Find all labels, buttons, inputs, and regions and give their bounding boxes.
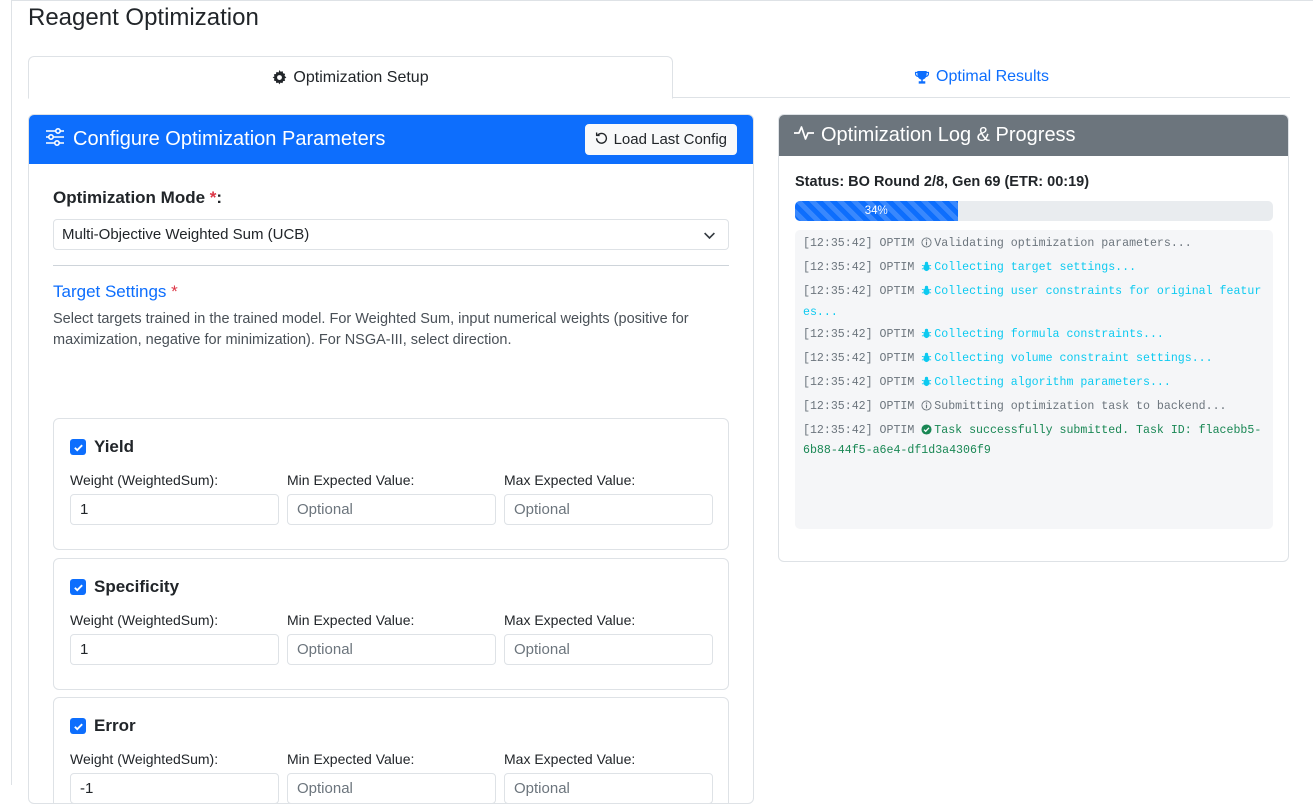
- tab-bar: Optimization Setup Optimal Results: [28, 56, 1290, 99]
- max-expected-input[interactable]: [504, 773, 713, 803]
- tab-label: Optimal Results: [936, 68, 1049, 85]
- weight-label: Weight (WeightedSum):: [70, 751, 219, 767]
- info-circle-icon: [921, 237, 932, 256]
- target-name: Specificity: [94, 577, 180, 596]
- tab-label: Optimization Setup: [293, 68, 429, 86]
- check-icon: [73, 444, 83, 451]
- log-timestamp: [12:35:42] OPTIM: [803, 375, 922, 389]
- min-expected-input[interactable]: [287, 773, 496, 803]
- log-line: [12:35:42] OPTIM Validating optimization…: [803, 235, 1265, 256]
- min-expected-input[interactable]: [287, 494, 496, 525]
- log-line: [12:35:42] OPTIM Collecting algorithm pa…: [803, 374, 1265, 395]
- target-card-yield: Yield Weight (WeightedSum): Min Expected…: [53, 418, 729, 550]
- bug-icon: [921, 285, 932, 304]
- log-line: [12:35:42] OPTIM Collecting user constra…: [803, 283, 1265, 322]
- log-output: [12:35:42] OPTIM Validating optimization…: [795, 230, 1273, 529]
- chevron-down-icon: [703, 229, 716, 246]
- weight-input[interactable]: [70, 634, 279, 665]
- log-card-header: Optimization Log & Progress: [779, 115, 1288, 156]
- log-card-title: Optimization Log & Progress: [821, 124, 1076, 146]
- weight-label: Weight (WeightedSum):: [70, 472, 219, 488]
- log-line: [12:35:42] OPTIM Task successfully submi…: [803, 422, 1265, 461]
- config-card-header: Configure Optimization Parameters Load L…: [29, 115, 753, 164]
- check-icon: [73, 584, 83, 591]
- target-card-error: Error Weight (WeightedSum): Min Expected…: [53, 697, 729, 803]
- log-message: Validating optimization parameters...: [934, 237, 1192, 250]
- log-message: Collecting volume constraint settings...: [934, 351, 1213, 365]
- log-card: Optimization Log & Progress Status: BO R…: [778, 114, 1289, 562]
- max-expected-input[interactable]: [504, 494, 713, 525]
- tab-optimization-setup[interactable]: Optimization Setup: [28, 56, 673, 99]
- bug-icon: [921, 352, 932, 371]
- log-timestamp: [12:35:42] OPTIM: [803, 261, 922, 274]
- min-expected-label: Min Expected Value:: [287, 472, 415, 488]
- log-message: Collecting algorithm parameters...: [934, 375, 1171, 389]
- min-expected-input[interactable]: [287, 634, 496, 665]
- activity-icon: [793, 125, 815, 146]
- log-line: [12:35:42] OPTIM Submitting optimization…: [803, 398, 1265, 419]
- check-circle-icon: [921, 423, 932, 443]
- max-expected-label: Max Expected Value:: [504, 751, 636, 767]
- optimization-mode-label: Optimization Mode *:: [53, 188, 223, 207]
- log-line: [12:35:42] OPTIM Collecting volume const…: [803, 350, 1265, 371]
- tab-optimal-results[interactable]: Optimal Results: [673, 56, 1290, 98]
- reset-icon: [595, 131, 608, 148]
- load-last-config-label: Load Last Config: [613, 131, 727, 148]
- optimization-mode-select[interactable]: Multi-Objective Weighted Sum (UCB): [53, 219, 729, 250]
- config-card-title: Configure Optimization Parameters: [73, 128, 386, 150]
- log-line: [12:35:42] OPTIM Collecting target setti…: [803, 259, 1265, 280]
- weight-input[interactable]: [70, 494, 279, 525]
- bug-icon: [921, 376, 932, 395]
- target-settings-heading: Target Settings *: [53, 282, 178, 301]
- log-timestamp: [12:35:42] OPTIM: [803, 285, 922, 298]
- page-title: Reagent Optimization: [28, 4, 259, 31]
- min-expected-label: Min Expected Value:: [287, 612, 415, 628]
- log-timestamp: [12:35:42] OPTIM: [803, 327, 922, 341]
- max-expected-input[interactable]: [504, 634, 713, 665]
- log-timestamp: [12:35:42] OPTIM: [803, 423, 922, 437]
- load-last-config-button[interactable]: Load Last Config: [584, 124, 737, 155]
- log-timestamp: [12:35:42] OPTIM: [803, 399, 922, 413]
- weight-label: Weight (WeightedSum):: [70, 612, 219, 628]
- target-card-specificity: Specificity Weight (WeightedSum): Min Ex…: [53, 558, 729, 690]
- trophy-icon: [914, 70, 930, 85]
- log-timestamp: [12:35:42] OPTIM: [803, 237, 922, 250]
- bug-icon: [921, 261, 932, 280]
- specificity-checkbox[interactable]: [70, 579, 86, 595]
- log-message: Collecting target settings...: [934, 261, 1137, 274]
- config-card: Configure Optimization Parameters Load L…: [28, 114, 754, 804]
- check-icon: [73, 723, 83, 730]
- optimization-status: Status: BO Round 2/8, Gen 69 (ETR: 00:19…: [795, 174, 1090, 190]
- target-name: Yield: [94, 437, 134, 456]
- error-checkbox[interactable]: [70, 718, 86, 734]
- log-timestamp: [12:35:42] OPTIM: [803, 351, 922, 365]
- log-message: Collecting formula constraints...: [934, 327, 1164, 341]
- optimization-mode-value: Multi-Objective Weighted Sum (UCB): [62, 226, 310, 243]
- divider: [53, 265, 729, 266]
- target-settings-description: Select targets trained in the trained mo…: [53, 311, 689, 348]
- min-expected-label: Min Expected Value:: [287, 751, 415, 767]
- weight-input[interactable]: [70, 773, 279, 803]
- progress-bar-fill: 34%: [795, 201, 958, 221]
- optimization-progress: 34%: [795, 201, 1273, 221]
- log-line: [12:35:42] OPTIM Collecting formula cons…: [803, 326, 1265, 347]
- max-expected-label: Max Expected Value:: [504, 612, 636, 628]
- yield-checkbox[interactable]: [70, 439, 86, 455]
- max-expected-label: Max Expected Value:: [504, 472, 636, 488]
- sliders-icon: [45, 127, 65, 151]
- bug-icon: [921, 328, 932, 347]
- gear-icon: [272, 70, 287, 85]
- info-circle-icon: [921, 399, 932, 419]
- target-name: Error: [94, 716, 136, 735]
- log-message: Submitting optimization task to backend.…: [934, 399, 1227, 413]
